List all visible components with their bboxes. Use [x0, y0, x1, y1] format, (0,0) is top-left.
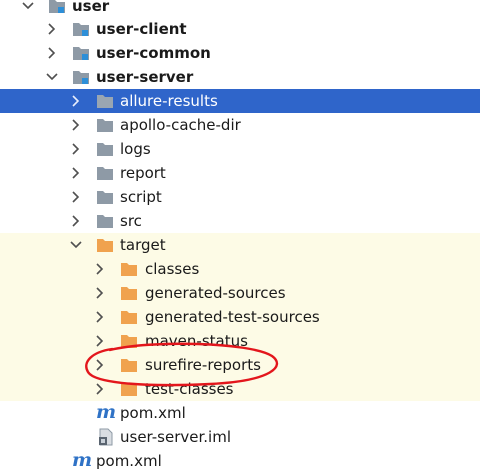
maven-icon: m	[72, 449, 93, 470]
tree-item-label: surefire-reports	[145, 356, 261, 374]
excluded-folder-icon	[120, 381, 138, 397]
tree-item-label: user-server	[96, 68, 194, 86]
tree-item-apollo-cache-dir[interactable]: apollo-cache-dir	[0, 113, 480, 137]
tree-item-label: maven-status	[145, 332, 248, 350]
tree-item-label: generated-test-sources	[145, 308, 320, 326]
tree-item-classes[interactable]: classes	[0, 257, 480, 281]
folder-icon	[96, 93, 114, 109]
tree-item-label: allure-results	[120, 92, 218, 110]
tree-item-label: user-client	[96, 20, 187, 38]
tree-item-user-server[interactable]: user-server	[0, 65, 480, 89]
module-folder-icon	[48, 0, 66, 14]
chevron-right-icon[interactable]	[70, 95, 82, 107]
excluded-folder-icon	[120, 285, 138, 301]
tree-item-user[interactable]: user	[0, 0, 480, 18]
module-folder-icon	[72, 69, 90, 85]
tree-item-label: classes	[145, 260, 200, 278]
chevron-right-icon[interactable]	[94, 311, 106, 323]
excluded-folder-icon	[120, 309, 138, 325]
chevron-right-icon[interactable]	[70, 167, 82, 179]
chevron-right-icon[interactable]	[70, 143, 82, 155]
tree-item-pom-xml[interactable]: m pom.xml	[0, 401, 480, 425]
tree-item-user-client[interactable]: user-client	[0, 17, 480, 41]
chevron-right-icon[interactable]	[94, 263, 106, 275]
tree-item-script[interactable]: script	[0, 185, 480, 209]
tree-item-generated-test-sources[interactable]: generated-test-sources	[0, 305, 480, 329]
chevron-down-icon[interactable]	[22, 0, 34, 12]
module-folder-icon	[72, 21, 90, 37]
tree-item-report[interactable]: report	[0, 161, 480, 185]
chevron-right-icon[interactable]	[94, 287, 106, 299]
chevron-right-icon[interactable]	[70, 215, 82, 227]
tree-item-maven-status[interactable]: maven-status	[0, 329, 480, 353]
project-tree: user user-client user-common user-server	[0, 0, 480, 470]
chevron-right-icon[interactable]	[94, 359, 106, 371]
excluded-folder-icon	[120, 261, 138, 277]
folder-icon	[96, 165, 114, 181]
tree-item-target[interactable]: target	[0, 233, 480, 257]
chevron-right-icon[interactable]	[94, 383, 106, 395]
tree-item-root-pom-xml[interactable]: m pom.xml	[0, 449, 480, 470]
folder-icon	[96, 117, 114, 133]
excluded-folder-icon	[120, 357, 138, 373]
tree-item-label: logs	[120, 140, 151, 158]
excluded-folder-icon	[120, 333, 138, 349]
tree-item-user-common[interactable]: user-common	[0, 41, 480, 65]
tree-item-src[interactable]: src	[0, 209, 480, 233]
tree-item-allure-results[interactable]: allure-results	[0, 89, 480, 113]
chevron-right-icon[interactable]	[94, 335, 106, 347]
tree-item-label: user-server.iml	[120, 428, 231, 446]
maven-icon: m	[96, 401, 117, 423]
iml-file-icon	[98, 428, 116, 446]
tree-item-label: script	[120, 188, 162, 206]
chevron-down-icon[interactable]	[46, 71, 58, 83]
module-folder-icon	[72, 45, 90, 61]
chevron-right-icon[interactable]	[70, 191, 82, 203]
tree-item-label: report	[120, 164, 166, 182]
folder-icon	[96, 141, 114, 157]
chevron-right-icon[interactable]	[70, 119, 82, 131]
tree-item-label: user	[72, 0, 110, 15]
tree-item-label: pom.xml	[96, 452, 162, 470]
tree-item-label: generated-sources	[145, 284, 286, 302]
tree-item-logs[interactable]: logs	[0, 137, 480, 161]
tree-item-test-classes[interactable]: test-classes	[0, 377, 480, 401]
chevron-down-icon[interactable]	[70, 239, 82, 251]
tree-item-label: src	[120, 212, 142, 230]
excluded-folder-icon	[96, 237, 114, 253]
tree-item-generated-sources[interactable]: generated-sources	[0, 281, 480, 305]
tree-item-label: target	[120, 236, 166, 254]
chevron-right-icon[interactable]	[46, 47, 58, 59]
tree-item-label: pom.xml	[120, 404, 186, 422]
tree-item-surefire-reports[interactable]: surefire-reports	[0, 353, 480, 377]
tree-item-label: user-common	[96, 44, 211, 62]
folder-icon	[96, 189, 114, 205]
tree-item-label: apollo-cache-dir	[120, 116, 241, 134]
folder-icon	[96, 213, 114, 229]
chevron-right-icon[interactable]	[46, 23, 58, 35]
tree-item-label: test-classes	[145, 380, 234, 398]
tree-item-user-server-iml[interactable]: user-server.iml	[0, 425, 480, 449]
